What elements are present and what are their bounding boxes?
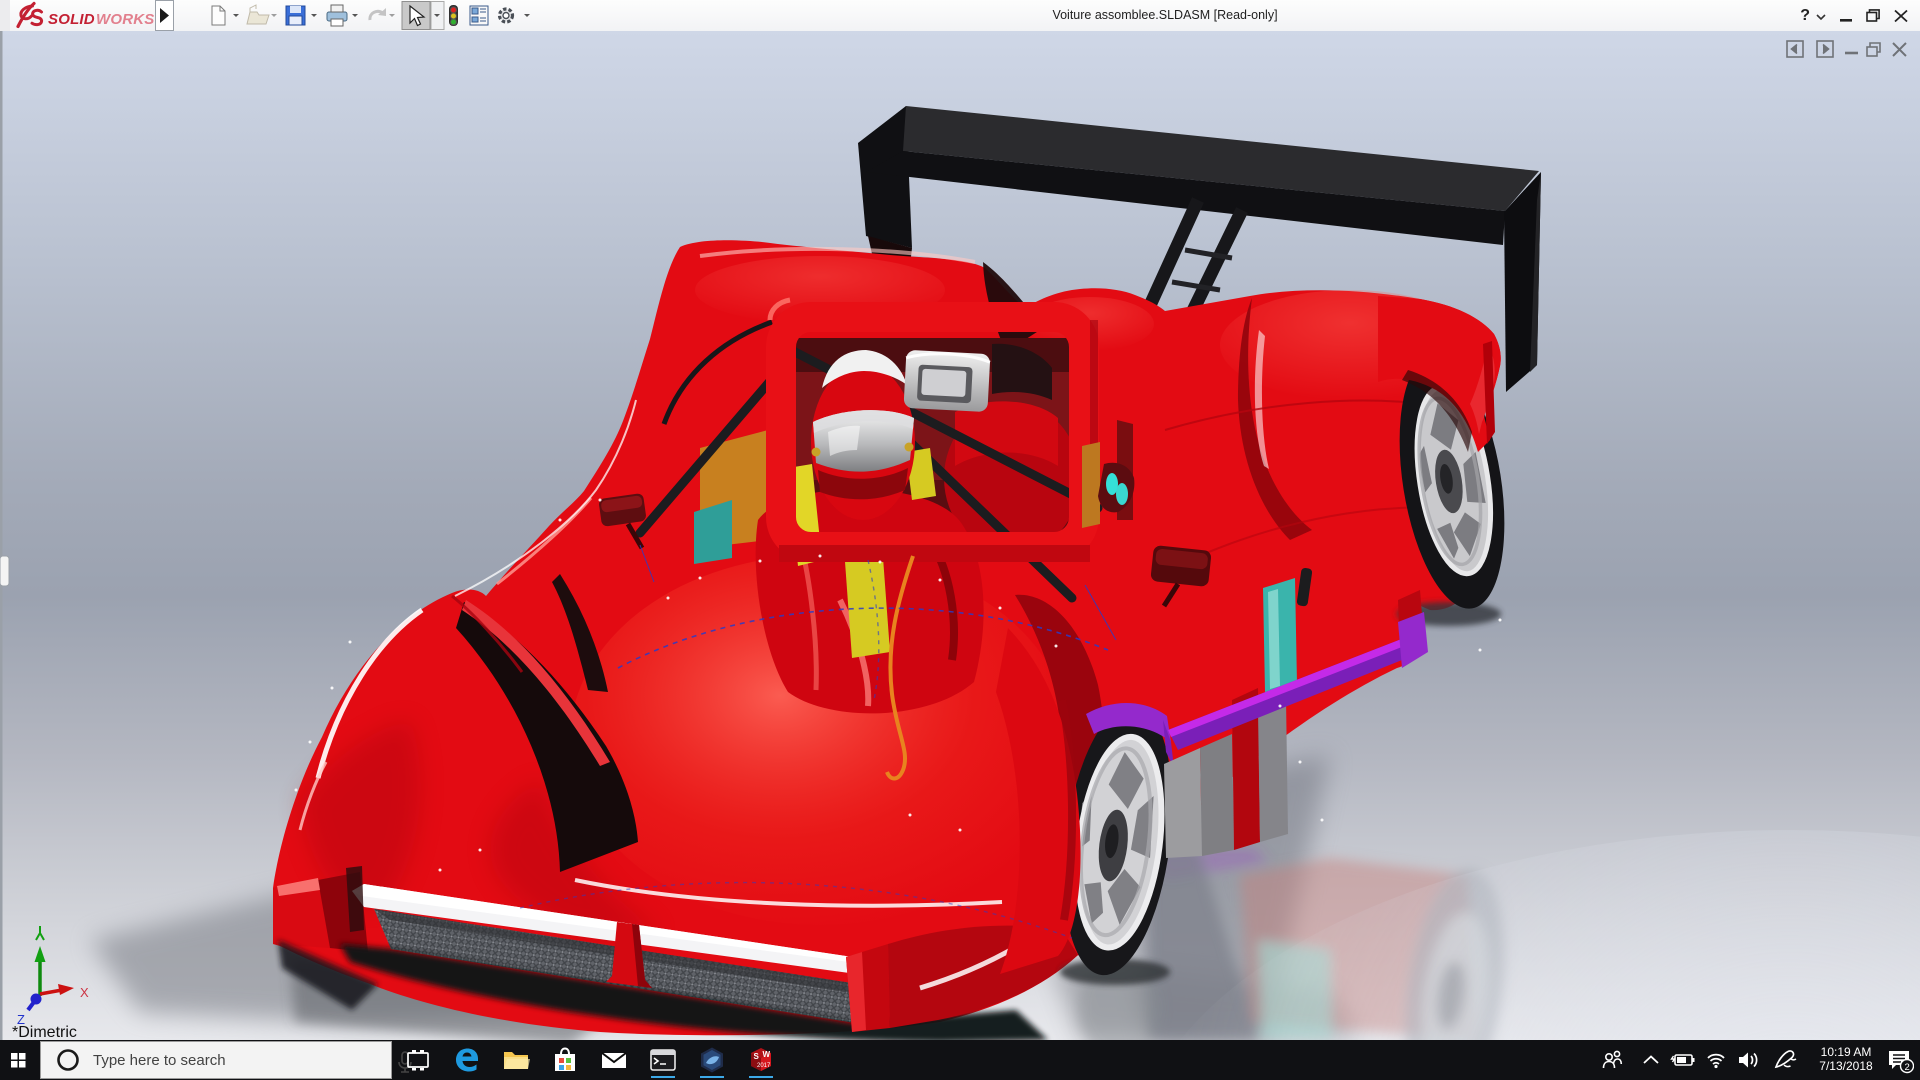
svg-text:X: X <box>80 985 89 1000</box>
svg-text:*Dimetric: *Dimetric <box>12 1024 77 1040</box>
svg-text:2017: 2017 <box>757 1063 771 1069</box>
svg-text:W: W <box>763 1050 771 1059</box>
svg-text:WORKS: WORKS <box>96 11 155 28</box>
svg-text:S: S <box>754 1052 760 1061</box>
svg-text:2: 2 <box>1905 1062 1910 1073</box>
svg-text:SOLID: SOLID <box>48 11 95 28</box>
